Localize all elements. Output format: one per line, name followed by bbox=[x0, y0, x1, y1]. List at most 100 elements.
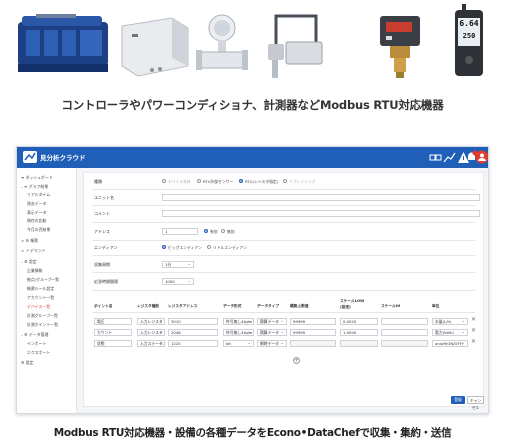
row3-scale-low bbox=[340, 340, 378, 347]
row1-scale-hi[interactable] bbox=[381, 318, 428, 325]
sidebar-item-measure-groups[interactable]: 計測グループ一覧 bbox=[27, 313, 58, 319]
row2-register-address[interactable]: 2048 bbox=[168, 329, 218, 336]
col-header-limit: 積算上限値 bbox=[290, 304, 309, 308]
address-radio-disabled[interactable] bbox=[221, 229, 225, 233]
row2-scale-low[interactable]: 1.0000 bbox=[340, 329, 378, 336]
sidebar-item-monthly[interactable]: 今月の売結果 bbox=[27, 227, 50, 233]
row3-data-type[interactable]: 瞬時データ bbox=[257, 340, 287, 347]
address-label: アドレス bbox=[94, 229, 110, 234]
sidebar-item-report-rules[interactable]: 帳票ルール設定 bbox=[27, 286, 54, 292]
row1-point-name[interactable]: 電圧 bbox=[94, 318, 132, 325]
sidebar-item-graph[interactable]: – ≡ グラフ結果 bbox=[21, 184, 48, 190]
row3-point-name[interactable]: 状態 bbox=[94, 340, 132, 347]
sidebar-item-data-management[interactable]: – ⚙ データ管理 bbox=[21, 332, 48, 338]
address-option-disabled: 無効 bbox=[227, 229, 235, 234]
divider bbox=[92, 205, 475, 206]
row1-register-type[interactable]: 入力レジスタ bbox=[137, 318, 165, 325]
sidebar-item-settings-group[interactable]: – ⚙ 設定 bbox=[21, 259, 37, 265]
row1-limit[interactable]: 99999 bbox=[290, 318, 336, 325]
timeout-select[interactable]: 1000 bbox=[162, 278, 194, 285]
app-title: 見分析クラウド bbox=[40, 154, 86, 162]
sidebar-item-reports[interactable]: > ⚙ 帳票 bbox=[21, 238, 38, 244]
controller-cabinet-image bbox=[18, 14, 108, 72]
col-header-register-type: レジスタ種別 bbox=[137, 304, 160, 308]
kind-radio-device[interactable] bbox=[162, 179, 166, 183]
sidebar-item-sites[interactable]: 拠点/グループ一覧 bbox=[27, 277, 59, 283]
cycle-select[interactable]: 1分 bbox=[162, 261, 194, 268]
caption-top: コントローラやパワーコンディショナ、計測器などModbus RTU対応機器 bbox=[61, 98, 444, 112]
power-conditioner-image bbox=[121, 17, 189, 77]
address-input[interactable]: 1 bbox=[162, 228, 198, 235]
devices-icon[interactable] bbox=[429, 151, 442, 164]
row2-scale-hi[interactable] bbox=[381, 329, 428, 336]
row2-data-format[interactable]: 符号無し4byte bbox=[223, 329, 254, 336]
comment-input[interactable] bbox=[162, 210, 480, 217]
row3-register-type[interactable]: 入力ステータス bbox=[137, 340, 165, 347]
kind-radio-rtu-sensor[interactable] bbox=[197, 179, 201, 183]
sidebar: ≡ ダッシュボード – ≡ グラフ結果 リアルタイム 過去データ 表示データ 現… bbox=[17, 168, 77, 413]
row3-data-format[interactable]: bit bbox=[223, 340, 254, 347]
row2-data-type[interactable]: 積算データ bbox=[257, 329, 287, 336]
col-header-scale-low: スケールLOW (設定) bbox=[340, 299, 365, 309]
meter-reading-bottom: 250 bbox=[462, 32, 476, 40]
endian-radio-little[interactable] bbox=[207, 245, 211, 249]
row1-data-type[interactable]: 積算データ bbox=[257, 318, 287, 325]
col-header-register-address: レジスタアドレス bbox=[168, 304, 198, 308]
sidebar-item-accounts[interactable]: アカウント一覧 bbox=[27, 295, 54, 301]
sidebar-item-export[interactable]: エクスポート bbox=[27, 350, 50, 356]
row1-register-address[interactable]: 3010 bbox=[168, 318, 218, 325]
col-header-data-format: データ形式 bbox=[223, 304, 242, 308]
kind-radio-rtu-register[interactable] bbox=[239, 179, 243, 183]
sidebar-item-past-data[interactable]: 過去データ bbox=[27, 201, 46, 207]
chart-icon[interactable] bbox=[443, 151, 456, 164]
kind-radio-replacing[interactable] bbox=[283, 179, 287, 183]
address-option-enabled: 有効 bbox=[210, 229, 218, 234]
cancel-button[interactable]: キャンセル bbox=[467, 396, 484, 410]
cycle-label: 収集周期 bbox=[94, 262, 110, 267]
col-header-unit: 単位 bbox=[432, 304, 440, 308]
app-window: 見分析クラウド ≡ ダッシュボード – ≡ グラフ結果 リアルタイム 過去データ… bbox=[16, 146, 489, 414]
row3-register-address[interactable]: 1220 bbox=[168, 340, 218, 347]
sidebar-item-dashboard[interactable]: ≡ ダッシュボード bbox=[21, 175, 53, 181]
sidebar-item-demand[interactable]: > ↗ デマンド bbox=[21, 248, 46, 254]
endian-label: エンディアン bbox=[94, 245, 118, 250]
top-bar: 見分析クラウド bbox=[17, 147, 488, 168]
row2-point-name[interactable]: カウント bbox=[94, 329, 132, 336]
divider bbox=[92, 290, 475, 291]
divider bbox=[92, 272, 475, 273]
row1-unit[interactable]: 水量(L/h) bbox=[432, 318, 468, 325]
sidebar-item-devices[interactable]: デバイス一覧 bbox=[27, 304, 50, 310]
sidebar-item-company[interactable]: 企業情報 bbox=[27, 268, 43, 274]
main-content: 種類 デバイス本体 RTU外部センサー RTU(レジスタ指定) リプレイシング … bbox=[77, 168, 488, 413]
sidebar-item-realtime[interactable]: リアルタイム bbox=[27, 192, 50, 198]
sidebar-item-display-data[interactable]: 表示データ bbox=[27, 210, 46, 216]
kind-option-rtu-register: RTU(レジスタ指定) bbox=[245, 179, 279, 184]
row3-delete-icon[interactable]: ✕ bbox=[471, 338, 476, 345]
sidebar-item-measure-points[interactable]: 計測ポイント一覧 bbox=[27, 322, 58, 328]
row2-limit[interactable]: 99999 bbox=[290, 329, 336, 336]
row1-delete-icon[interactable]: ✕ bbox=[471, 316, 476, 323]
caption-bottom: Modbus RTU対応機器・設備の各種データをEcono•DataChefで収… bbox=[53, 427, 452, 439]
row2-delete-icon[interactable]: ✕ bbox=[471, 327, 476, 334]
sidebar-item-config[interactable]: ⚙ 設定 bbox=[21, 360, 34, 366]
row2-unit[interactable]: 電力(kWh) bbox=[432, 329, 468, 336]
col-header-point-name: ポイント名 bbox=[94, 304, 113, 308]
unit-name-label: ユニット名 bbox=[94, 195, 114, 200]
unit-name-input[interactable] bbox=[162, 194, 480, 201]
row1-data-format[interactable]: 符号無し4byte bbox=[223, 318, 254, 325]
add-row-button[interactable]: + bbox=[293, 357, 300, 364]
divider bbox=[92, 189, 475, 190]
divider bbox=[92, 255, 475, 256]
endian-radio-big[interactable] bbox=[162, 245, 166, 249]
row1-scale-low[interactable]: 0.0020 bbox=[340, 318, 378, 325]
sidebar-item-import[interactable]: インポート bbox=[27, 341, 46, 347]
save-button[interactable]: 登録 bbox=[451, 396, 465, 404]
sidebar-item-compare[interactable]: 現在の比較 bbox=[27, 218, 46, 224]
row2-register-type[interactable]: 入力レジスタ bbox=[137, 329, 165, 336]
col-header-scale-hi: スケールHI bbox=[381, 304, 401, 308]
pressure-sensor-image bbox=[380, 16, 420, 78]
kind-label: 種類 bbox=[94, 179, 102, 184]
row3-unit[interactable]: on/off(ON/OFF) bbox=[432, 340, 468, 347]
address-radio-enabled[interactable] bbox=[204, 229, 208, 233]
user-avatar-icon[interactable] bbox=[475, 150, 489, 164]
